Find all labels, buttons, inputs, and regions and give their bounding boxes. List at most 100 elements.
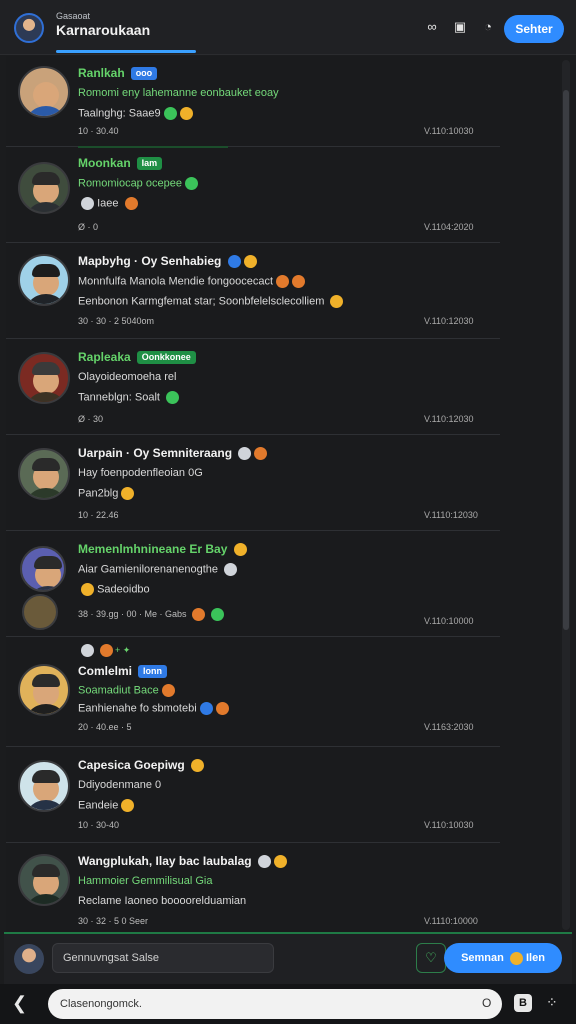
avatar[interactable] bbox=[18, 254, 70, 306]
back-icon[interactable]: ❮ bbox=[12, 993, 27, 1014]
reaction-icon[interactable] bbox=[292, 275, 306, 288]
send-button[interactable]: Semnan Ilen bbox=[444, 943, 562, 973]
post-meta: 30 · 32 · 5 0 Seer bbox=[78, 916, 149, 926]
post-author[interactable]: Ranlkah bbox=[78, 66, 125, 80]
post-time: V.1163:2030 bbox=[424, 722, 474, 732]
avatar[interactable] bbox=[18, 448, 70, 500]
post-author[interactable]: Moonkan bbox=[78, 156, 131, 170]
feed-post[interactable]: Mapbyhg · Oy Senhabieg Monnfulfa Manola … bbox=[6, 242, 500, 339]
clock-icon[interactable] bbox=[224, 563, 238, 576]
feed-post[interactable]: Moonkan Iam Romomiocap ocepee Iaee Ø · 0 … bbox=[6, 148, 500, 243]
compose-bar: Gennuvngsat Salse ♡ Semnan Ilen bbox=[4, 932, 572, 984]
post-time: V.110:10000 bbox=[424, 616, 474, 626]
post-meta: 38 · 39.gg · 00 · Me · Gabs bbox=[78, 608, 187, 619]
post-badge: ooo bbox=[130, 67, 158, 81]
reaction-icon[interactable] bbox=[192, 608, 206, 621]
reaction-icon[interactable] bbox=[199, 702, 213, 715]
post-line: Sadeoidbo bbox=[97, 583, 150, 596]
avatar[interactable] bbox=[22, 594, 58, 630]
post-author[interactable]: Memenlmhnineane Er Bay bbox=[78, 542, 227, 556]
reaction-icon[interactable] bbox=[276, 275, 290, 288]
post-author[interactable]: Uarpain · Oy Semniteraang bbox=[78, 446, 232, 460]
avatar[interactable] bbox=[18, 664, 70, 716]
avatar[interactable] bbox=[20, 546, 66, 592]
feed-post[interactable]: + ✦ Comlelmi Ionn Soamadiut Bace Eanhiena… bbox=[6, 636, 500, 747]
feed-post[interactable]: Rapleaka Oonkkonee Olayoideomoeha rel Tan… bbox=[6, 338, 500, 435]
scrollbar-thumb[interactable] bbox=[563, 90, 569, 630]
reaction-icon[interactable] bbox=[273, 855, 287, 869]
post-line: Eenbonon Karmgfemat star; Soonbfelelscle… bbox=[78, 295, 325, 308]
post-time: V.1110:10000 bbox=[424, 916, 478, 926]
send-label: Semnan bbox=[461, 952, 504, 964]
avatar[interactable] bbox=[18, 162, 70, 214]
reaction-icon[interactable] bbox=[330, 295, 344, 308]
heart-icon[interactable]: ♡ bbox=[416, 943, 446, 973]
link-icon[interactable]: ∞ bbox=[424, 19, 440, 35]
send-suffix: Ilen bbox=[525, 952, 545, 964]
post-line: Tanneblgn: Soalt bbox=[78, 391, 160, 404]
post-badge: Oonkkonee bbox=[136, 351, 196, 365]
avatar[interactable] bbox=[14, 944, 44, 974]
post-line: Romomi eny lahemanne eonbauket eoay bbox=[78, 87, 279, 99]
reaction-icon[interactable] bbox=[215, 702, 229, 715]
reaction-icon[interactable] bbox=[121, 799, 135, 812]
reaction-icon[interactable] bbox=[166, 391, 180, 404]
gear-icon[interactable] bbox=[81, 644, 94, 657]
reaction-icon[interactable] bbox=[99, 644, 113, 657]
post-time: V.1110:12030 bbox=[424, 510, 478, 520]
search-input[interactable]: Clasenongomck. bbox=[48, 989, 502, 1019]
page-title: Karnaroukaan bbox=[56, 22, 151, 38]
post-line: Romomiocap ocepee bbox=[78, 177, 182, 190]
clock-icon[interactable]: ◔ bbox=[480, 19, 496, 35]
gear-icon[interactable] bbox=[81, 197, 94, 210]
post-line: Soamadiut Bace bbox=[78, 684, 159, 697]
post-meta: 10 · 22.46 bbox=[78, 510, 119, 520]
post-meta: Ø · 30 bbox=[78, 414, 104, 424]
bottom-bar: ❮ Clasenongomck. O B ⁘ bbox=[0, 984, 576, 1024]
smile-icon[interactable] bbox=[238, 447, 252, 461]
reaction-icon[interactable] bbox=[184, 177, 198, 190]
reaction-icon[interactable] bbox=[121, 487, 135, 500]
compose-input[interactable]: Gennuvngsat Salse bbox=[52, 943, 274, 973]
post-author[interactable]: Mapbyhg · Oy Senhabieg bbox=[78, 254, 221, 268]
post-author[interactable]: Wangplukah, Ilay bac Iaubalag bbox=[78, 854, 252, 868]
square-icon[interactable]: ▣ bbox=[452, 19, 468, 35]
reaction-icon[interactable] bbox=[233, 543, 247, 557]
post-meta: 20 · 40.ee · 5 bbox=[78, 722, 132, 732]
post-meta: 30 · 30 · 2 5040om bbox=[78, 316, 155, 326]
smile-icon bbox=[509, 951, 523, 965]
avatar[interactable] bbox=[18, 66, 70, 118]
feed-post[interactable]: Memenlmhnineane Er Bay Aiar Gamieniloren… bbox=[6, 530, 500, 637]
post-author[interactable]: Rapleaka bbox=[78, 350, 131, 364]
header-action-button[interactable]: Sehter bbox=[504, 15, 564, 43]
profile-avatar[interactable] bbox=[14, 13, 44, 43]
reaction-icon[interactable] bbox=[210, 608, 224, 621]
feed-post[interactable]: Wangplukah, Ilay bac Iaubalag Hammoier G… bbox=[6, 842, 500, 932]
feed-post[interactable]: Uarpain · Oy Semniteraang Hay foenpodenf… bbox=[6, 434, 500, 531]
smile-icon[interactable] bbox=[179, 107, 193, 120]
reaction-icon[interactable] bbox=[161, 684, 175, 697]
post-badge: Iam bbox=[136, 157, 163, 171]
post-line: Iaee bbox=[97, 197, 119, 210]
post-author[interactable]: Capesica Goepiwg bbox=[78, 758, 185, 772]
reaction-icon[interactable] bbox=[81, 583, 94, 596]
feed-post[interactable]: Ranlkah ooo Romomi eny lahemanne eonbauke… bbox=[6, 56, 500, 147]
input-suffix: O bbox=[482, 996, 492, 1010]
feed-list: Ranlkah ooo Romomi eny lahemanne eonbauke… bbox=[6, 56, 560, 932]
post-meta: Ø · 0 bbox=[78, 222, 99, 232]
smile-icon[interactable] bbox=[243, 255, 257, 269]
post-time: V.110:12030 bbox=[424, 414, 474, 424]
grid-icon[interactable]: ⁘ bbox=[546, 994, 558, 1011]
avatar[interactable] bbox=[18, 760, 70, 812]
feed-post[interactable]: Capesica Goepiwg Ddiyodenmane 0 Eandeie … bbox=[6, 746, 500, 843]
sticker-icon[interactable]: B bbox=[514, 994, 532, 1012]
smile-icon[interactable] bbox=[191, 759, 205, 773]
post-author[interactable]: Comlelmi bbox=[78, 664, 132, 678]
avatar[interactable] bbox=[18, 352, 70, 404]
avatar[interactable] bbox=[18, 854, 70, 906]
reaction-icon[interactable] bbox=[124, 197, 138, 210]
smile-icon[interactable] bbox=[257, 855, 271, 869]
heart-icon[interactable] bbox=[254, 447, 268, 461]
reaction-icon[interactable] bbox=[163, 107, 177, 120]
post-time: V.1104:2020 bbox=[424, 222, 474, 232]
